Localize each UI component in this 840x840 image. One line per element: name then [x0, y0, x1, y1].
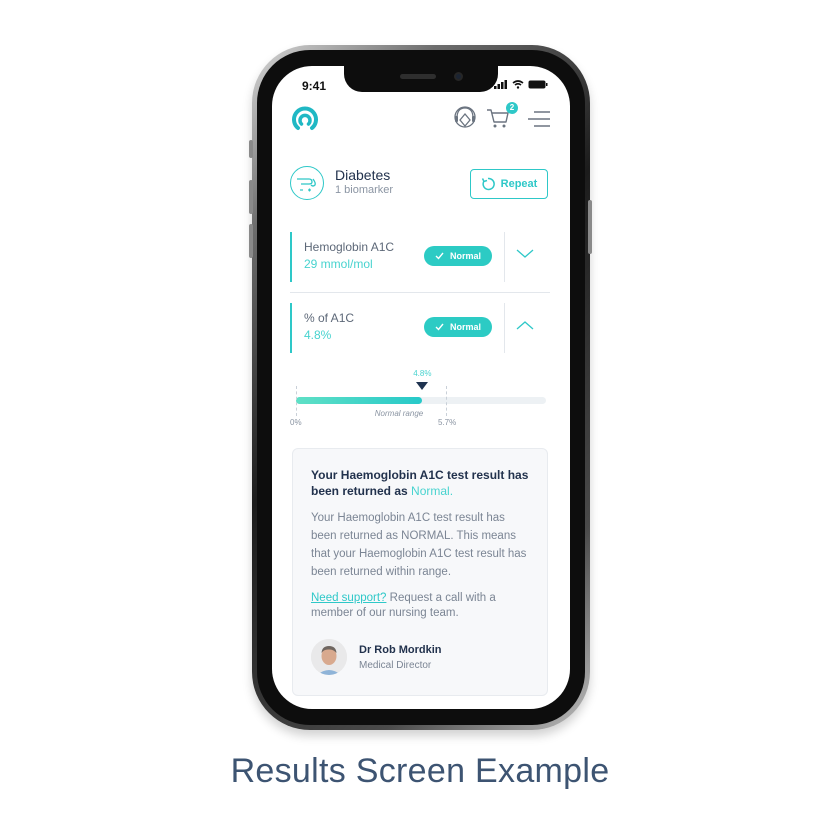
diabetes-test-icon — [290, 166, 324, 200]
status-badge: Normal — [424, 317, 492, 337]
value-marker — [416, 382, 429, 390]
biomarker-name: % of A1C — [304, 311, 355, 325]
cart-badge: 2 — [506, 102, 518, 114]
silent-switch — [249, 140, 253, 158]
avatar — [311, 639, 347, 675]
range-fill — [296, 397, 423, 404]
check-icon — [435, 323, 444, 331]
result-card: Your Haemoglobin A1C test result has bee… — [292, 448, 548, 696]
row-accent — [290, 303, 292, 353]
app-header: 2 — [272, 100, 570, 140]
need-support-link[interactable]: Need support? — [311, 592, 386, 604]
result-body: Your Haemoglobin A1C test result has bee… — [311, 512, 527, 578]
doctor-info: Dr Rob Mordkin Medical Director — [311, 639, 529, 675]
tick-label-upper: 5.7% — [438, 418, 457, 427]
result-title: Your Haemoglobin A1C test result has bee… — [311, 467, 529, 499]
biomarker-row[interactable]: % of A1C 4.8% Normal — [290, 303, 548, 353]
speaker — [400, 74, 436, 79]
biomarker-value: 4.8% — [304, 328, 332, 342]
test-title: Diabetes — [335, 167, 391, 183]
app-logo-icon[interactable] — [290, 104, 320, 134]
doctor-text: Dr Rob Mordkin Medical Director — [359, 644, 442, 671]
phone-screen: 9:41 2 Diabetes 1 biomarker Repeat Hemog… — [272, 66, 570, 709]
camera — [454, 72, 463, 81]
repeat-label: Repeat — [500, 178, 538, 190]
divider — [504, 303, 505, 353]
tick-min — [296, 386, 297, 416]
chevron-up-icon[interactable] — [516, 319, 534, 331]
support-text: Need support? Request a call with a memb… — [311, 591, 529, 621]
range-indicator: 4.8% Normal range 0% 5.7% — [290, 366, 548, 427]
range-caption: Normal range — [374, 409, 424, 418]
battery-icon — [528, 80, 548, 89]
support-agent-icon[interactable] — [452, 104, 478, 132]
divider — [504, 232, 505, 282]
biomarker-name: Hemoglobin A1C — [304, 240, 395, 254]
tick-upper — [446, 386, 447, 416]
status-icons — [494, 80, 548, 89]
doctor-role: Medical Director — [359, 659, 432, 671]
wifi-icon — [512, 80, 524, 89]
volume-up-button — [249, 180, 253, 214]
refresh-icon — [481, 177, 495, 191]
check-icon — [435, 252, 444, 260]
chevron-down-icon[interactable] — [516, 248, 534, 260]
row-accent — [290, 232, 292, 282]
menu-icon[interactable] — [528, 110, 550, 128]
biomarker-row[interactable]: Hemoglobin A1C 29 mmol/mol Normal — [290, 232, 548, 282]
test-subtitle: 1 biomarker — [335, 184, 394, 196]
signal-icon — [494, 80, 507, 89]
status-time: 9:41 — [302, 79, 327, 93]
row-divider — [290, 292, 550, 293]
biomarker-value: 29 mmol/mol — [304, 257, 373, 271]
doctor-name: Dr Rob Mordkin — [359, 643, 442, 656]
repeat-button[interactable]: Repeat — [470, 169, 548, 199]
status-label: Normal — [449, 251, 481, 261]
power-button — [588, 200, 592, 254]
result-title-status: Normal. — [411, 484, 454, 498]
status-label: Normal — [449, 322, 481, 332]
tick-label-min: 0% — [290, 418, 302, 427]
test-header: Diabetes 1 biomarker Repeat — [290, 164, 550, 204]
notch — [344, 66, 498, 92]
status-badge: Normal — [424, 246, 492, 266]
volume-down-button — [249, 224, 253, 258]
marker-value-label: 4.8% — [413, 369, 432, 378]
page-caption: Results Screen Example — [230, 752, 610, 790]
